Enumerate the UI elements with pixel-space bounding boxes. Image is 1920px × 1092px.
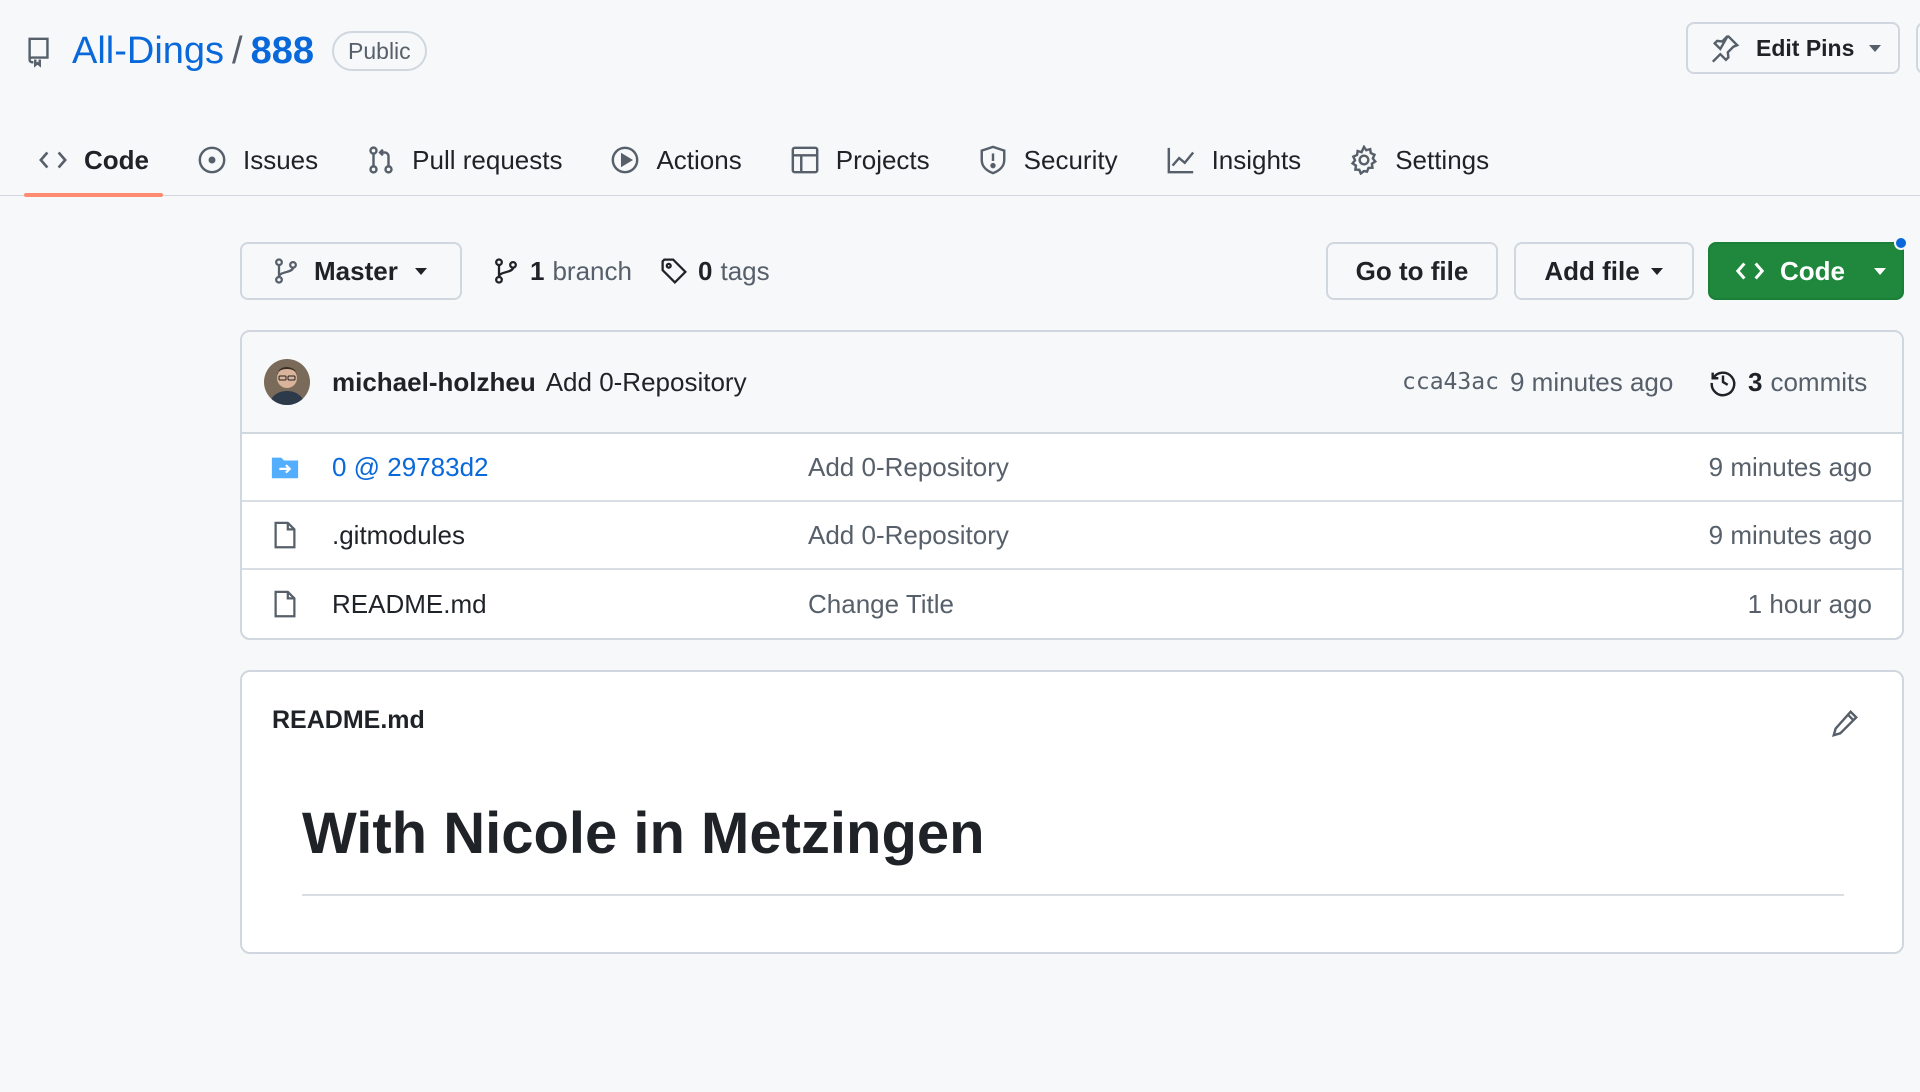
visibility-badge: Public bbox=[332, 31, 427, 71]
file-age: 1 hour ago bbox=[1747, 588, 1872, 619]
latest-commit-bar: michael-holzheu Add 0-Repository cca43ac… bbox=[242, 332, 1902, 434]
tag-icon bbox=[661, 258, 687, 284]
pull-request-icon bbox=[369, 146, 393, 174]
tab-issues[interactable]: Issues bbox=[183, 124, 332, 196]
readme-heading: With Nicole in Metzingen bbox=[302, 801, 985, 866]
file-age: 9 minutes ago bbox=[1708, 519, 1872, 550]
tab-settings[interactable]: Settings bbox=[1335, 124, 1503, 196]
file-commit-message[interactable]: Add 0-Repository bbox=[808, 452, 1009, 483]
file-navigation-box: michael-holzheu Add 0-Repository cca43ac… bbox=[240, 330, 1904, 640]
code-icon bbox=[39, 151, 67, 169]
tag-count-label: tags bbox=[720, 255, 770, 286]
commit-count-label: commits bbox=[1770, 366, 1868, 397]
commit-sha-link[interactable]: cca43ac bbox=[1402, 369, 1499, 395]
branches-link[interactable]: 1 branch bbox=[492, 254, 632, 288]
pencil-icon[interactable] bbox=[1830, 708, 1860, 738]
gear-icon bbox=[1350, 145, 1378, 175]
file-row[interactable]: .gitmodules Add 0-Repository 9 minutes a… bbox=[242, 502, 1902, 570]
commit-history-link[interactable]: 3 commits bbox=[1708, 367, 1867, 398]
file-row[interactable]: README.md Change Title 1 hour ago bbox=[242, 570, 1902, 638]
caret-down-icon bbox=[1650, 268, 1663, 275]
file-commit-message[interactable]: Change Title bbox=[808, 589, 954, 620]
unwatch-button[interactable] bbox=[1916, 22, 1920, 74]
readme-filename[interactable]: README.md bbox=[272, 706, 425, 735]
tab-label: Actions bbox=[656, 144, 742, 175]
tab-label: Insights bbox=[1211, 144, 1302, 175]
pin-icon bbox=[1711, 34, 1740, 63]
commit-count: 3 bbox=[1748, 366, 1763, 397]
tab-insights[interactable]: Insights bbox=[1152, 124, 1316, 196]
tab-security[interactable]: Security bbox=[964, 124, 1132, 196]
file-age: 9 minutes ago bbox=[1708, 451, 1872, 482]
submodule-folder-icon bbox=[271, 457, 299, 479]
caret-down-icon bbox=[414, 268, 427, 275]
caret-down-icon bbox=[1869, 45, 1882, 52]
tab-label: Pull requests bbox=[412, 144, 563, 175]
file-icon bbox=[274, 521, 296, 549]
repo-tabs: Code Issues Pull requests Actions Projec… bbox=[24, 124, 1523, 197]
edit-pins-button[interactable]: Edit Pins bbox=[1686, 22, 1900, 74]
commit-message-link[interactable]: Add 0-Repository bbox=[546, 367, 747, 398]
table-icon bbox=[791, 146, 819, 174]
repo-icon bbox=[28, 37, 49, 68]
history-icon bbox=[1710, 371, 1736, 397]
tab-label: Security bbox=[1023, 144, 1118, 175]
tab-label: Issues bbox=[243, 144, 319, 175]
tag-count: 0 bbox=[698, 255, 713, 286]
branch-count: 1 bbox=[530, 255, 545, 286]
issue-icon bbox=[198, 146, 226, 174]
tab-label: Projects bbox=[835, 144, 930, 175]
heading-divider bbox=[302, 894, 1844, 896]
branch-count-label: branch bbox=[552, 255, 632, 286]
repo-owner-link[interactable]: All-Dings bbox=[72, 30, 224, 73]
code-icon bbox=[1735, 262, 1765, 280]
tab-pull-requests[interactable]: Pull requests bbox=[352, 124, 576, 196]
code-button-label: Code bbox=[1780, 255, 1845, 286]
play-icon bbox=[612, 146, 639, 174]
file-name-link[interactable]: 0 @ 29783d2 bbox=[332, 452, 489, 483]
add-file-label: Add file bbox=[1544, 255, 1640, 286]
go-to-file-button[interactable]: Go to file bbox=[1326, 242, 1498, 300]
branch-name: Master bbox=[314, 255, 398, 286]
notification-dot bbox=[1894, 236, 1908, 250]
tab-actions[interactable]: Actions bbox=[596, 124, 755, 196]
go-to-file-label: Go to file bbox=[1355, 255, 1469, 286]
tags-link[interactable]: 0 tags bbox=[660, 254, 770, 288]
commit-time: 9 minutes ago bbox=[1510, 366, 1674, 397]
readme-box: README.md With Nicole in Metzingen bbox=[240, 670, 1904, 954]
file-row[interactable]: 0 @ 29783d2 Add 0-Repository 9 minutes a… bbox=[242, 434, 1902, 502]
repo-title: All-Dings / 888 Public bbox=[24, 26, 427, 76]
caret-down-icon bbox=[1874, 268, 1886, 275]
file-commit-message[interactable]: Add 0-Repository bbox=[808, 520, 1009, 551]
repo-name-link[interactable]: 888 bbox=[251, 30, 314, 73]
graph-icon bbox=[1167, 147, 1194, 174]
tab-code[interactable]: Code bbox=[24, 124, 163, 197]
git-branch-icon bbox=[275, 258, 297, 284]
repo-header: All-Dings / 888 Public Edit Pins Code Is… bbox=[0, 0, 1920, 197]
repo-path-separator: / bbox=[232, 29, 243, 72]
commit-author-link[interactable]: michael-holzheu bbox=[332, 367, 536, 398]
tab-label: Settings bbox=[1395, 144, 1490, 175]
git-branch-icon bbox=[495, 258, 517, 284]
shield-icon bbox=[980, 145, 1006, 175]
file-icon bbox=[274, 590, 296, 618]
file-name-link[interactable]: README.md bbox=[332, 589, 487, 620]
tab-label: Code bbox=[84, 144, 149, 175]
tab-projects[interactable]: Projects bbox=[776, 124, 944, 196]
branch-select-button[interactable]: Master bbox=[240, 242, 462, 300]
file-name-link[interactable]: .gitmodules bbox=[332, 520, 465, 551]
code-dropdown-button[interactable]: Code bbox=[1708, 242, 1904, 300]
add-file-button[interactable]: Add file bbox=[1514, 242, 1694, 300]
edit-pins-label: Edit Pins bbox=[1756, 34, 1855, 61]
avatar[interactable] bbox=[264, 359, 310, 405]
